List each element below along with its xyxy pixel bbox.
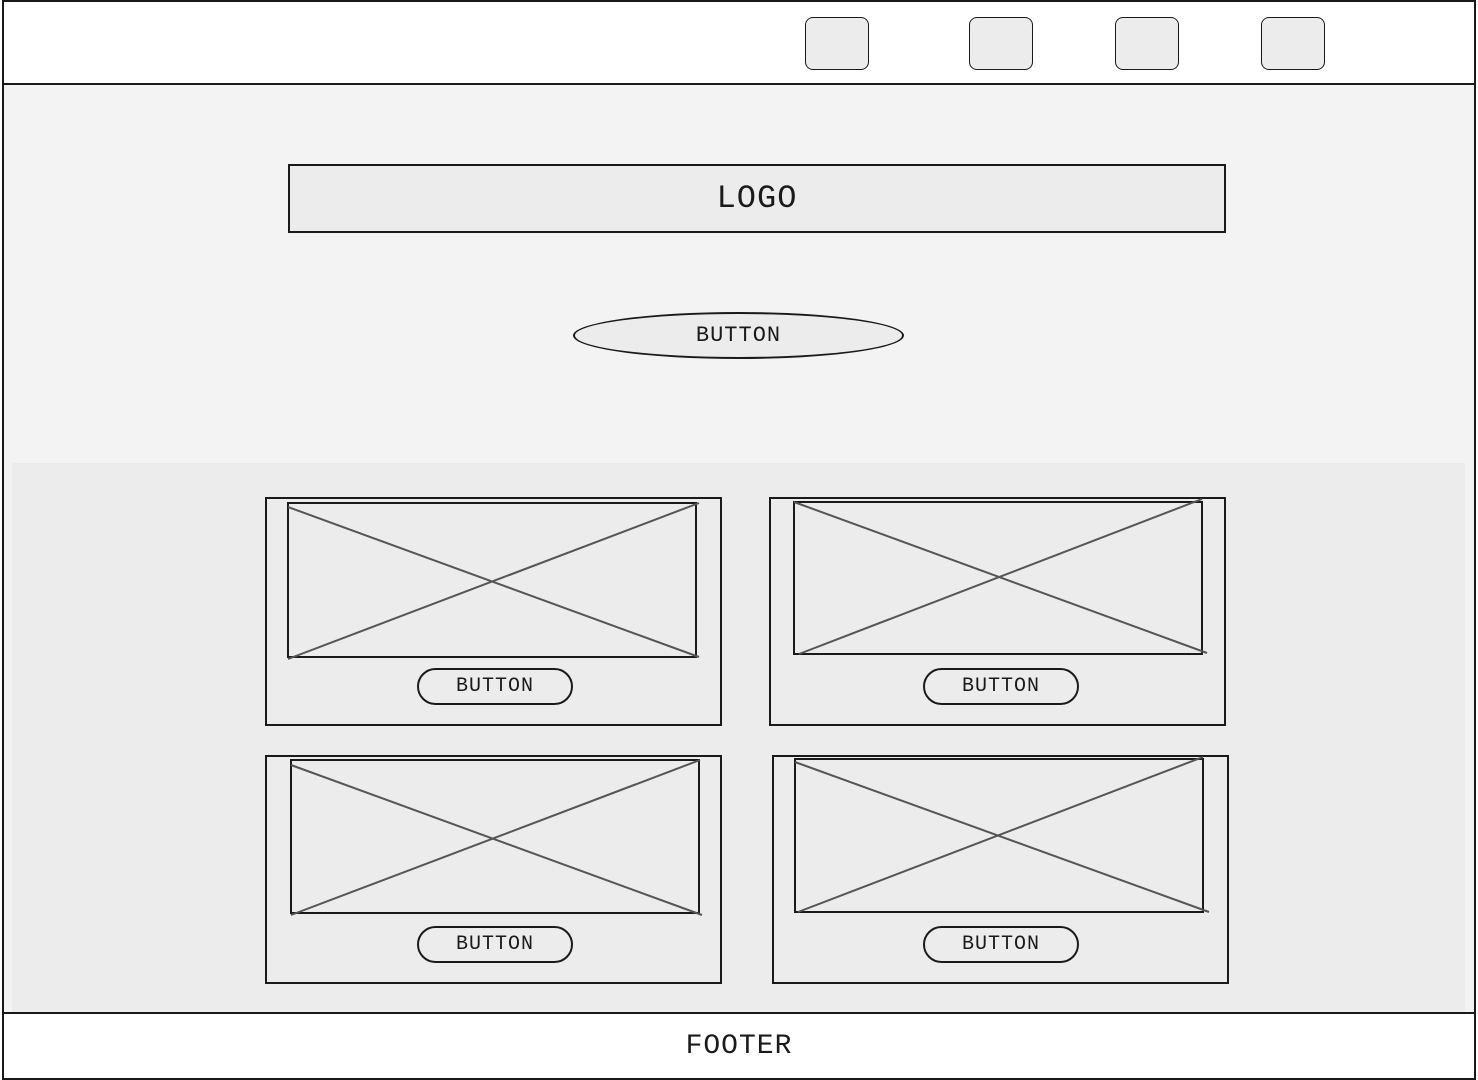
nav-button-1[interactable] (805, 17, 869, 70)
card-3-button[interactable]: BUTTON (417, 926, 573, 963)
image-placeholder-icon (287, 502, 700, 660)
image-placeholder-icon (794, 756, 1210, 913)
nav-button-3[interactable] (1115, 17, 1179, 70)
cards-section (12, 463, 1465, 1013)
hero-button[interactable]: BUTTON (573, 312, 904, 359)
card-3: BUTTON (265, 755, 722, 984)
card-2-button[interactable]: BUTTON (923, 668, 1079, 705)
logo: LOGO (288, 164, 1226, 233)
nav-button-4[interactable] (1261, 17, 1325, 70)
card-2: BUTTON (769, 497, 1226, 726)
card-1-button[interactable]: BUTTON (417, 668, 573, 705)
card-4-button[interactable]: BUTTON (923, 926, 1079, 963)
footer: FOOTER (2, 1012, 1476, 1080)
image-placeholder-icon (290, 759, 703, 916)
card-4: BUTTON (772, 755, 1229, 984)
header-bar (2, 0, 1476, 85)
image-placeholder-icon (793, 498, 1208, 655)
nav-button-2[interactable] (969, 17, 1033, 70)
hero-section (4, 85, 1474, 463)
card-1: BUTTON (265, 497, 722, 726)
